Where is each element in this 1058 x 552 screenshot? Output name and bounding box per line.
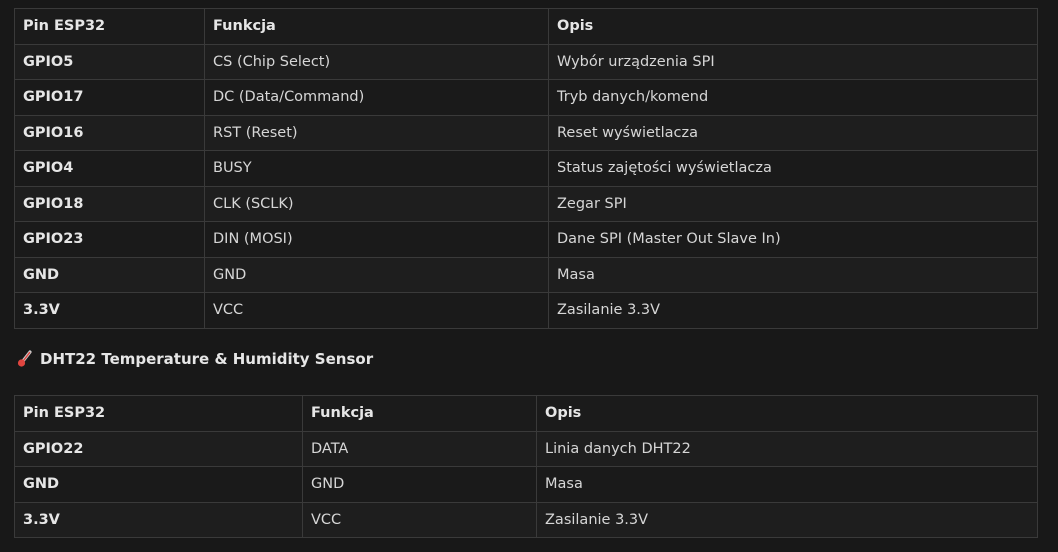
function-cell: GND [204, 256, 549, 293]
column-header-function: Funkcja [302, 395, 537, 432]
function-cell: VCC [302, 501, 537, 538]
pin-cell: GPIO22 [14, 430, 303, 467]
display-pin-table: Pin ESP32 Funkcja Opis GPIO5 CS (Chip Se… [14, 8, 1038, 329]
pin-cell: GND [14, 256, 205, 293]
function-cell: DIN (MOSI) [204, 221, 549, 258]
pin-cell: GPIO4 [14, 150, 205, 187]
dht22-pin-table: Pin ESP32 Funkcja Opis GPIO22 DATA Linia… [14, 395, 1038, 538]
description-cell: Reset wyświetlacza [548, 114, 1038, 151]
description-cell: Dane SPI (Master Out Slave In) [548, 221, 1038, 258]
function-cell: GND [302, 466, 537, 503]
column-header-pin: Pin ESP32 [14, 8, 205, 45]
description-cell: Linia danych DHT22 [536, 430, 1038, 467]
description-cell: Zasilanie 3.3V [548, 292, 1038, 329]
dht22-section-heading: DHT22 Temperature & Humidity Sensor [17, 350, 373, 368]
table-header-row: Pin ESP32 Funkcja Opis [14, 8, 1038, 45]
table-row: GPIO5 CS (Chip Select) Wybór urządzenia … [14, 43, 1038, 80]
table-row: GND GND Masa [14, 256, 1038, 293]
table-row: GPIO18 CLK (SCLK) Zegar SPI [14, 185, 1038, 222]
pin-cell: 3.3V [14, 501, 303, 538]
function-cell: DC (Data/Command) [204, 79, 549, 116]
pin-cell: GPIO5 [14, 43, 205, 80]
table-row: GPIO16 RST (Reset) Reset wyświetlacza [14, 114, 1038, 151]
description-cell: Zegar SPI [548, 185, 1038, 222]
dht22-heading-text: DHT22 Temperature & Humidity Sensor [40, 350, 374, 368]
thermometer-icon [17, 350, 33, 368]
table-row: GPIO17 DC (Data/Command) Tryb danych/kom… [14, 79, 1038, 116]
pin-cell: GPIO16 [14, 114, 205, 151]
function-cell: RST (Reset) [204, 114, 549, 151]
column-header-pin: Pin ESP32 [14, 395, 303, 432]
pin-cell: 3.3V [14, 292, 205, 329]
description-cell: Status zajętości wyświetlacza [548, 150, 1038, 187]
pin-cell: GPIO23 [14, 221, 205, 258]
description-cell: Tryb danych/komend [548, 79, 1038, 116]
function-cell: DATA [302, 430, 537, 467]
description-cell: Masa [548, 256, 1038, 293]
column-header-description: Opis [536, 395, 1038, 432]
function-cell: BUSY [204, 150, 549, 187]
table-row: GPIO4 BUSY Status zajętości wyświetlacza [14, 150, 1038, 187]
table-header-row: Pin ESP32 Funkcja Opis [14, 395, 1038, 432]
table-row: 3.3V VCC Zasilanie 3.3V [14, 501, 1038, 538]
description-cell: Zasilanie 3.3V [536, 501, 1038, 538]
pin-cell: GND [14, 466, 303, 503]
function-cell: CS (Chip Select) [204, 43, 549, 80]
description-cell: Wybór urządzenia SPI [548, 43, 1038, 80]
column-header-function: Funkcja [204, 8, 549, 45]
function-cell: VCC [204, 292, 549, 329]
function-cell: CLK (SCLK) [204, 185, 549, 222]
description-cell: Masa [536, 466, 1038, 503]
column-header-description: Opis [548, 8, 1038, 45]
table-row: GND GND Masa [14, 466, 1038, 503]
table-row: GPIO23 DIN (MOSI) Dane SPI (Master Out S… [14, 221, 1038, 258]
table-row: GPIO22 DATA Linia danych DHT22 [14, 430, 1038, 467]
table-row: 3.3V VCC Zasilanie 3.3V [14, 292, 1038, 329]
page: Pin ESP32 Funkcja Opis GPIO5 CS (Chip Se… [0, 0, 1058, 552]
pin-cell: GPIO17 [14, 79, 205, 116]
pin-cell: GPIO18 [14, 185, 205, 222]
